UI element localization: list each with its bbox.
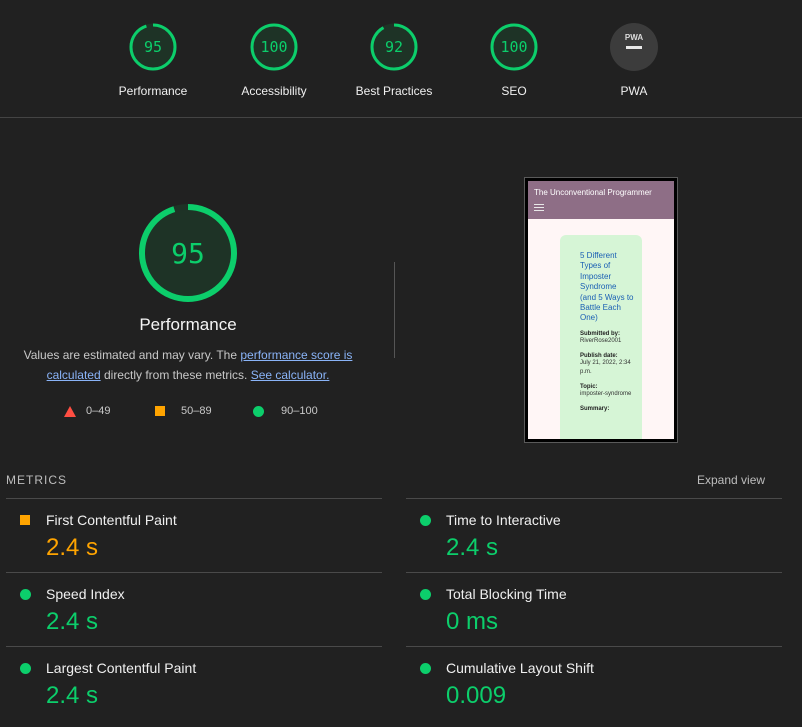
desc-text: directly from these metrics. — [100, 368, 251, 382]
metric-value: 2.4 s — [46, 682, 99, 709]
metric-name: Speed Index — [46, 586, 125, 602]
square-icon — [155, 406, 165, 416]
gauge-score: 100 — [260, 38, 287, 56]
metric-value: 2.4 s — [46, 534, 99, 561]
circle-icon — [20, 663, 31, 674]
gauge-score: 100 — [500, 38, 527, 56]
metric-name: First Contentful Paint — [46, 512, 177, 528]
hamburger-icon — [534, 204, 544, 211]
pwa-badge-icon: PWA — [610, 23, 658, 71]
performance-score: 95 — [171, 237, 205, 270]
screenshot-card: 5 Different Types of Imposter Syndrome (… — [560, 235, 642, 439]
performance-big-gauge: 95 — [139, 204, 237, 302]
legend-label: 90–100 — [281, 405, 318, 417]
metric-name: Total Blocking Time — [446, 586, 567, 602]
card-value: imposter-syndrome — [580, 390, 632, 397]
gauge-label: SEO — [501, 84, 527, 98]
metric-cumulative-layout-shift: Cumulative Layout Shift 0.009 — [406, 646, 782, 720]
legend-fail: 0–49 — [64, 405, 110, 417]
gauge-ring: 92 — [370, 23, 418, 71]
performance-title: Performance — [139, 315, 237, 334]
metric-name: Cumulative Layout Shift — [446, 660, 594, 676]
circle-icon — [253, 405, 264, 417]
circle-icon — [20, 589, 31, 600]
metric-value: 0 ms — [446, 608, 499, 635]
metric-value: 2.4 s — [446, 534, 499, 561]
gauge-best-practices[interactable]: 92 Best Practices — [334, 22, 454, 98]
legend-pass: 90–100 — [253, 405, 318, 417]
card-title: 5 Different Types of Imposter Syndrome (… — [580, 251, 634, 323]
desc-text: Values are estimated and may vary. The — [23, 348, 241, 362]
screenshot-site-title: The Unconventional Programmer — [534, 188, 652, 197]
triangle-icon — [64, 405, 76, 417]
square-icon — [20, 515, 30, 525]
screenshot-page: The Unconventional Programmer 5 Differen… — [528, 181, 674, 439]
card-key: Summary: — [580, 405, 610, 412]
divider — [394, 262, 395, 358]
gauge-performance[interactable]: 95 Performance — [93, 22, 213, 98]
screenshot-header: The Unconventional Programmer — [528, 181, 674, 219]
circle-icon — [420, 515, 431, 526]
gauge-seo[interactable]: 100 SEO — [454, 22, 574, 98]
metric-largest-contentful-paint: Largest Contentful Paint 2.4 s — [6, 646, 382, 720]
card-value: July 21, 2022, 2:34 p.m. — [580, 359, 631, 375]
final-screenshot[interactable]: The Unconventional Programmer 5 Differen… — [524, 177, 678, 443]
see-calculator-link[interactable]: See calculator. — [251, 368, 330, 382]
pwa-badge-text: PWA — [625, 33, 643, 42]
metric-value: 2.4 s — [46, 608, 99, 635]
metric-speed-index: Speed Index 2.4 s — [6, 572, 382, 646]
card-value: RiverRose2001 — [580, 337, 622, 344]
category-summary: 95 Performance 100 Accessibility 92 Best… — [0, 0, 802, 118]
metric-time-to-interactive: Time to Interactive 2.4 s — [406, 498, 782, 572]
legend-average: 50–89 — [155, 405, 212, 417]
circle-icon — [420, 589, 431, 600]
gauge-ring: 100 — [250, 23, 298, 71]
legend-label: 50–89 — [181, 405, 212, 417]
metric-total-blocking-time: Total Blocking Time 0 ms — [406, 572, 782, 646]
metrics-column-left: First Contentful Paint 2.4 s Speed Index… — [6, 498, 382, 720]
gauge-label: Performance — [118, 84, 188, 98]
metric-first-contentful-paint: First Contentful Paint 2.4 s — [6, 498, 382, 572]
gauge-score: 95 — [144, 38, 162, 56]
gauge-label: Accessibility — [241, 84, 307, 98]
gauge-label: PWA — [620, 84, 648, 98]
metrics-header: METRICS — [6, 473, 67, 487]
performance-description: Values are estimated and may vary. The p… — [16, 345, 360, 385]
metric-name: Time to Interactive — [446, 512, 561, 528]
metrics-column-right: Time to Interactive 2.4 s Total Blocking… — [406, 498, 782, 720]
metric-value: 0.009 — [446, 682, 507, 709]
legend-label: 0–49 — [86, 405, 111, 417]
gauge-ring: 100 — [490, 23, 538, 71]
gauge-accessibility[interactable]: 100 Accessibility — [214, 22, 334, 98]
circle-icon — [420, 663, 431, 674]
gauge-score: 92 — [385, 38, 403, 56]
gauge-pwa[interactable]: PWA PWA — [574, 22, 694, 98]
expand-view-toggle[interactable]: Expand view — [697, 473, 765, 487]
gauge-ring: 95 — [129, 23, 177, 71]
gauge-label: Best Practices — [355, 84, 433, 98]
metric-name: Largest Contentful Paint — [46, 660, 197, 676]
